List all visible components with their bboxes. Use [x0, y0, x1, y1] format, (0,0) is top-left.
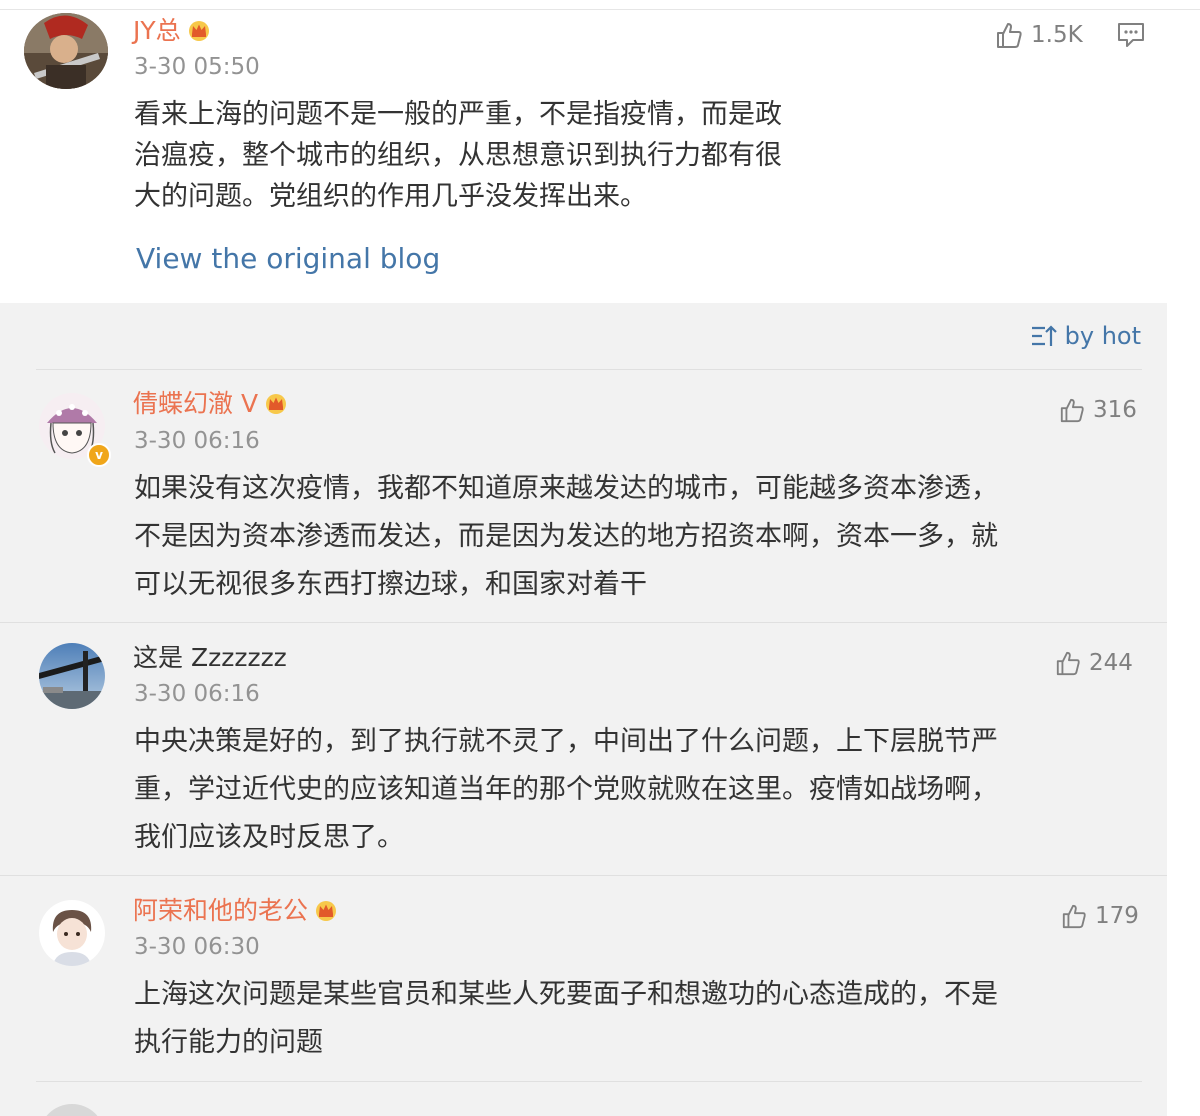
post-author-name[interactable]: JY总 [133, 16, 211, 46]
post-time: 3-30 05:50 [134, 54, 260, 80]
comment-time: 3-30 06:16 [134, 428, 260, 454]
comment-text: 如果没有这次疫情，我都不知道原来越发达的城市，可能越多资本渗透， 不是因为资本渗… [134, 465, 1144, 609]
weibo-page: JY总 3-30 05:50 1.5K 看来上海的问题不是一般的严重，不是指疫情… [0, 0, 1200, 1116]
view-original-blog-link[interactable]: View the original blog [136, 242, 440, 276]
comment-text-line: 可以无视很多东西打擦边球，和国家对着干 [134, 569, 647, 600]
comment-text-line: 执行能力的问题 [134, 1027, 323, 1058]
comment-text: 上海这次问题是某些官员和某些人死要面子和想邀功的心态造成的，不是 执行能力的问题 [134, 971, 1144, 1067]
crown-icon [266, 394, 287, 414]
comment-like-count: 179 [1095, 903, 1139, 929]
post-like-count: 1.5K [1031, 22, 1083, 48]
comment-text-line: 不是因为资本渗透而发达，而是因为发达的地方招资本啊，资本一多，就 [134, 521, 998, 552]
comment-text-line: 中央决策是好的，到了执行就不灵了，中间出了什么问题，上下层脱节严 [134, 726, 998, 757]
post-author-avatar[interactable] [24, 13, 108, 89]
thumbs-up-icon [1056, 651, 1080, 676]
comment-item: v 倩蝶幻澈 V 3-30 06:16 316 如果没有这次疫情，我都不知道原来… [0, 370, 1167, 622]
comment-item-partial [0, 1082, 1167, 1116]
comment-text: 中央决策是好的，到了执行就不灵了，中间出了什么问题，上下层脱节严 重，学过近代史… [134, 718, 1144, 862]
comment-like-count: 244 [1089, 650, 1133, 676]
post-like-button[interactable]: 1.5K [995, 21, 1083, 49]
thumbs-up-icon [1060, 398, 1084, 423]
thumbs-up-icon [997, 23, 1022, 48]
commenter-name-text[interactable]: 倩蝶幻澈 V [133, 389, 258, 418]
comment-text-line: 上海这次问题是某些官员和某些人死要面子和想邀功的心态造成的，不是 [134, 979, 998, 1010]
comment-text-line: 我们应该及时反思了。 [134, 822, 404, 853]
main-post: JY总 3-30 05:50 1.5K 看来上海的问题不是一般的严重，不是指疫情… [0, 10, 1200, 302]
crown-icon [188, 21, 209, 41]
commenter-name[interactable]: 这是 Zzzzzzz [133, 643, 287, 673]
commenter-avatar[interactable] [39, 900, 105, 966]
comment-text-line: 重，学过近代史的应该知道当年的那个党败就败在这里。疫情如战场啊， [134, 774, 998, 805]
sort-by-hot-button[interactable]: by hot [1031, 321, 1141, 351]
crown-icon [316, 901, 337, 921]
comment-like-button[interactable]: 316 [1059, 396, 1137, 424]
comment-time: 3-30 06:16 [134, 681, 260, 707]
sort-icon [1031, 325, 1057, 346]
commenter-name-text[interactable]: 这是 Zzzzzzz [133, 643, 287, 672]
top-border [0, 0, 1200, 10]
comment-item: 阿荣和他的老公 3-30 06:30 179 上海这次问题是某些官员和某些人死要… [0, 876, 1167, 1081]
thumbs-up-icon [1062, 904, 1086, 929]
post-text-line: 看来上海的问题不是一般的严重，不是指疫情，而是政 [134, 99, 782, 130]
verified-v-icon: v [87, 443, 111, 467]
comment-like-button[interactable]: 244 [1055, 649, 1133, 677]
commenter-avatar[interactable] [39, 1104, 105, 1116]
commenter-name[interactable]: 阿荣和他的老公 [133, 896, 338, 926]
commenter-name-text[interactable]: 阿荣和他的老公 [133, 896, 308, 925]
comment-time: 3-30 06:30 [134, 934, 260, 960]
sort-label: by hot [1064, 322, 1141, 350]
commenter-name[interactable]: 倩蝶幻澈 V [133, 389, 288, 419]
post-author-name-text[interactable]: JY总 [133, 16, 181, 45]
comment-item: 这是 Zzzzzzz 3-30 06:16 244 中央决策是好的，到了执行就不… [0, 623, 1167, 875]
post-text-line: 大的问题。党组织的作用几乎没发挥出来。 [134, 181, 647, 212]
comment-icon[interactable] [1117, 22, 1145, 48]
comment-text-line: 如果没有这次疫情，我都不知道原来越发达的城市，可能越多资本渗透， [134, 473, 998, 504]
commenter-avatar[interactable] [39, 643, 105, 709]
comments-panel: by hot v 倩蝶幻澈 V 3-30 06:16 316 如果没有这次疫情，… [0, 303, 1167, 1116]
post-text-line: 治瘟疫，整个城市的组织，从思想意识到执行力都有很 [134, 140, 782, 171]
post-text: 看来上海的问题不是一般的严重，不是指疫情，而是政 治瘟疫，整个城市的组织，从思想… [134, 94, 894, 217]
comment-like-count: 316 [1093, 397, 1137, 423]
comment-like-button[interactable]: 179 [1061, 902, 1139, 930]
